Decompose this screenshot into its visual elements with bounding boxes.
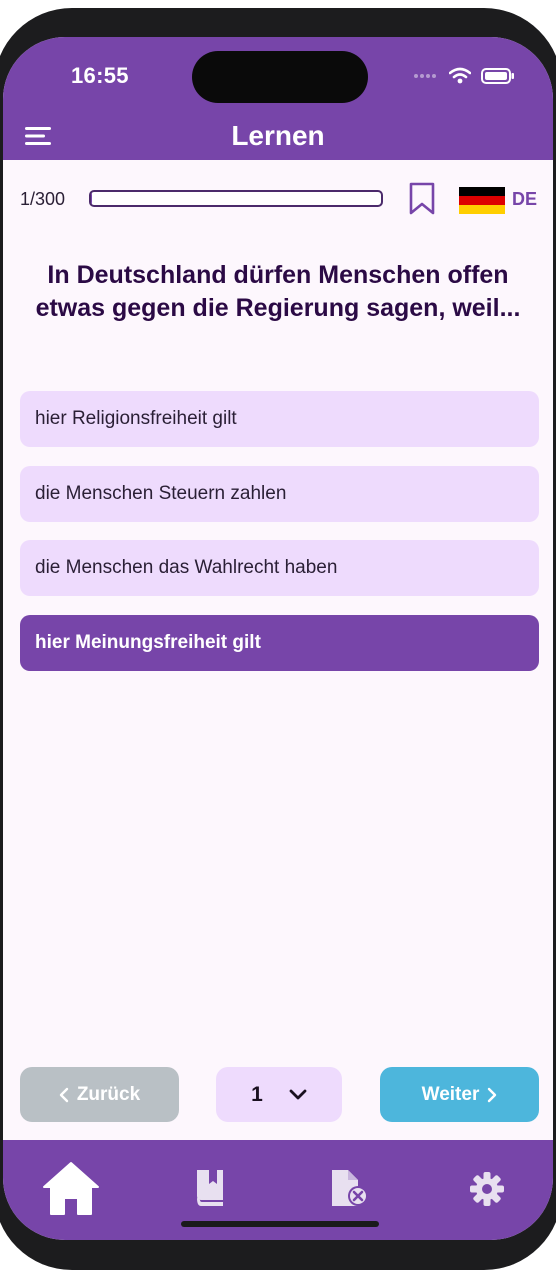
language-code[interactable]: DE [512, 189, 537, 210]
document-error-icon [332, 1170, 368, 1206]
bookmark-button[interactable] [408, 182, 436, 216]
tab-home[interactable] [41, 1160, 101, 1221]
home-icon [43, 1162, 99, 1215]
question-text: In Deutschland dürfen Menschen offen etw… [35, 261, 521, 322]
wifi-icon [449, 67, 471, 84]
status-time: 16:55 [71, 63, 129, 88]
cellular-signal-icon [414, 73, 436, 78]
progress-fill [91, 192, 92, 205]
app-header: 16:55 Lernen [3, 37, 553, 160]
tab-settings[interactable] [469, 1171, 505, 1212]
chevron-left-icon [59, 1087, 69, 1102]
status-icons [413, 67, 515, 84]
gear-icon [470, 1172, 504, 1206]
back-button[interactable]: Zurück [20, 1067, 179, 1122]
phone-frame: 16:55 Lernen 1/300 DE In Deutschland dür… [0, 0, 556, 1280]
answer-option[interactable]: die Menschen das Wahlrecht haben [20, 540, 539, 596]
battery-icon [481, 67, 514, 84]
tab-catalog[interactable] [193, 1168, 227, 1213]
answer-option-selected[interactable]: hier Meinungsfreiheit gilt [20, 615, 539, 671]
home-indicator [181, 1221, 379, 1227]
dynamic-island [192, 51, 368, 103]
german-flag-icon[interactable] [459, 187, 505, 214]
page-select-value: 1 [251, 1082, 263, 1106]
answer-option[interactable]: die Menschen Steuern zahlen [20, 466, 539, 522]
next-button-label: Weiter [421, 1083, 480, 1105]
next-button[interactable]: Weiter [380, 1067, 539, 1122]
bookmark-icon [409, 182, 435, 215]
progress-count: 1/300 [20, 189, 66, 209]
progress-bar [89, 190, 383, 207]
page-title: Lernen [231, 120, 325, 151]
book-bookmark-icon [197, 1170, 223, 1206]
answer-option[interactable]: hier Religionsfreiheit gilt [20, 391, 539, 447]
app-screen: 16:55 Lernen 1/300 DE In Deutschland dür… [3, 37, 553, 1240]
chevron-right-icon [488, 1087, 497, 1102]
back-button-label: Zurück [76, 1083, 141, 1105]
page-select[interactable]: 1 [216, 1067, 342, 1122]
chevron-down-icon [289, 1089, 307, 1099]
tab-mistakes[interactable] [330, 1168, 370, 1213]
